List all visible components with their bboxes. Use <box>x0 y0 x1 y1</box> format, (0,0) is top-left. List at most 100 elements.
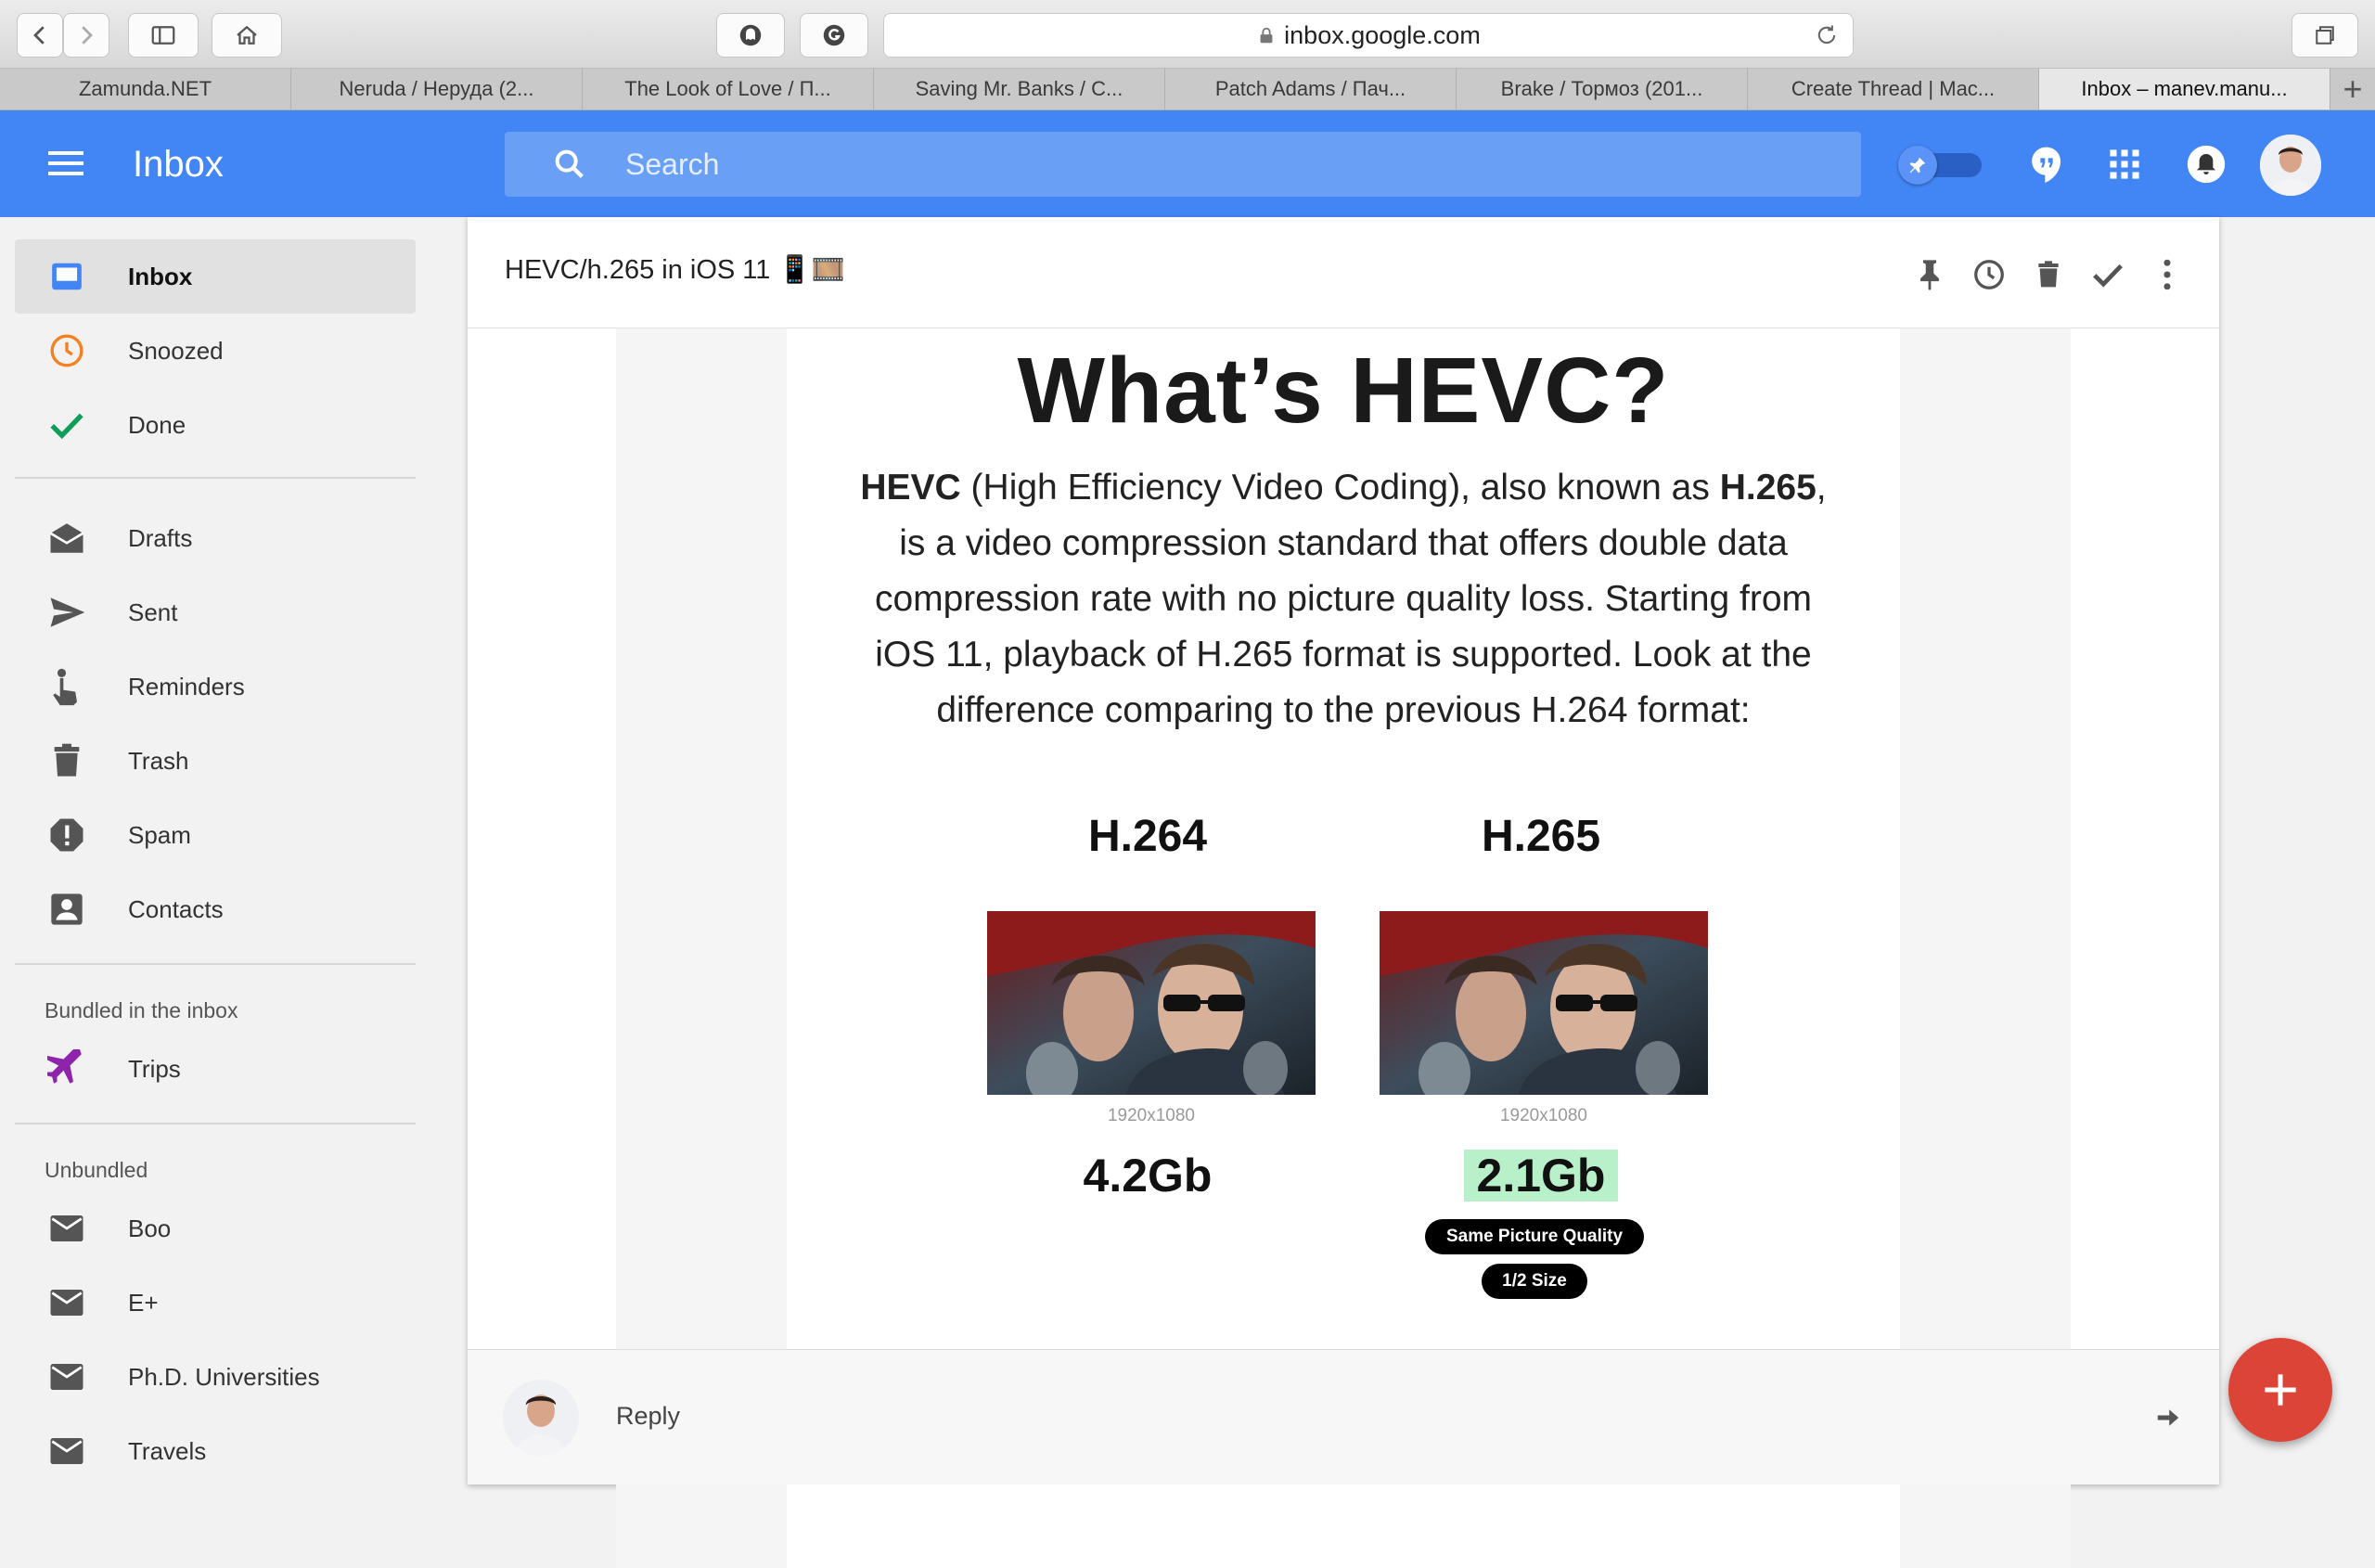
pin-thread-button[interactable] <box>1911 256 1948 293</box>
browser-tab-bar: Zamunda.NET Neruda / Неруда (2... The Lo… <box>0 69 2375 110</box>
apps-button[interactable] <box>2102 142 2147 186</box>
sidebar-item-label: Snoozed <box>128 336 224 365</box>
pin-icon <box>1909 157 1926 174</box>
browser-tab[interactable]: Brake / Тормоз (201... <box>1457 69 1748 109</box>
inbox-icon <box>52 263 82 290</box>
highlighted-size: 2.1Gb <box>1463 1150 1619 1202</box>
spam-alert-icon <box>50 818 83 852</box>
tab-label: Saving Mr. Banks / C... <box>915 77 1123 100</box>
address-bar[interactable]: inbox.google.com <box>883 13 1854 58</box>
sidebar-item-label: Inbox <box>128 262 193 290</box>
envelope-icon <box>50 1438 83 1464</box>
unbundled-section-header: Unbundled <box>45 1158 148 1182</box>
show-all-tabs-button[interactable] <box>2292 13 2358 58</box>
browser-tab[interactable]: Create Thread | Mac... <box>1748 69 2039 109</box>
reload-icon[interactable] <box>1814 22 1840 48</box>
tab-label: The Look of Love / П... <box>624 77 831 100</box>
sidebar-item-inbox[interactable]: Inbox <box>15 239 416 314</box>
forward-button[interactable] <box>63 13 109 58</box>
reply-bar[interactable]: Reply <box>468 1349 2219 1484</box>
sidebar-item-sent[interactable]: Sent <box>15 575 416 649</box>
resolution-label: 1920x1080 <box>1107 1106 1196 1125</box>
mark-done-button[interactable] <box>2089 256 2126 293</box>
reply-avatar <box>503 1380 579 1456</box>
sidebar-item-label: Travels <box>128 1436 207 1465</box>
hangouts-icon <box>2032 147 2060 183</box>
bundled-section-header: Bundled in the inbox <box>45 998 238 1022</box>
sidebar-item-label-eplus[interactable]: E+ <box>15 1266 416 1340</box>
search-icon <box>555 149 584 178</box>
snooze-thread-button[interactable] <box>1971 256 2008 293</box>
movie-still-image <box>1380 911 1708 1095</box>
pinned-toggle[interactable] <box>1894 146 1985 185</box>
airplane-icon <box>47 1049 82 1084</box>
sidebar-toggle-button[interactable] <box>128 13 199 58</box>
menu-icon[interactable] <box>48 149 83 177</box>
bell-icon <box>2187 145 2226 184</box>
back-button[interactable] <box>17 13 63 58</box>
app-title: Inbox <box>133 144 224 185</box>
message-heading: What’s HEVC? <box>1017 339 1670 443</box>
user-photo-icon <box>2260 135 2321 196</box>
sidebar-divider <box>15 1123 416 1125</box>
notifications-button[interactable] <box>2184 142 2228 186</box>
sidebar-item-trips[interactable]: Trips <box>15 1032 416 1106</box>
file-size-h264: 4.2Gb <box>1083 1150 1213 1202</box>
home-button[interactable] <box>212 13 282 58</box>
tab-label: Neruda / Неруда (2... <box>339 77 534 100</box>
more-options-button[interactable] <box>2149 256 2186 293</box>
new-tab-button[interactable]: + <box>2330 69 2375 109</box>
pin-icon <box>1920 260 1939 290</box>
hangouts-button[interactable] <box>2024 142 2069 186</box>
sidebar-item-label-boo[interactable]: Boo <box>15 1191 416 1266</box>
contacts-icon <box>51 893 83 925</box>
sidebar-item-snoozed[interactable]: Snoozed <box>15 314 416 388</box>
file-size-h265: 2.1Gb <box>1374 1149 1708 1202</box>
search-input[interactable] <box>625 147 1739 182</box>
sidebar-item-label: Spam <box>128 820 191 849</box>
tab-label: Patch Adams / Пач... <box>1214 77 1406 100</box>
delete-thread-button[interactable] <box>2030 256 2067 293</box>
browser-tab[interactable]: Saving Mr. Banks / C... <box>874 69 1165 109</box>
chevron-left-icon <box>33 26 45 45</box>
checkmark-icon <box>2093 263 2123 288</box>
message-paragraph: HEVC (High Efficiency Video Coding), als… <box>842 460 1844 739</box>
clock-icon <box>1974 260 2004 289</box>
compose-button[interactable] <box>2228 1338 2332 1442</box>
thread-panel: What’s HEVC? HEVC (High Efficiency Video… <box>468 217 2219 1568</box>
grammarly-extension-button[interactable] <box>800 13 868 58</box>
browser-tab[interactable]: Neruda / Неруда (2... <box>291 69 583 109</box>
sidebar-item-label-phd[interactable]: Ph.D. Universities <box>15 1340 416 1414</box>
sidebar-item-drafts[interactable]: Drafts <box>15 501 416 575</box>
sidebar-item-trash[interactable]: Trash <box>15 724 416 798</box>
sidebar-item-label: Ph.D. Universities <box>128 1362 320 1391</box>
same-quality-badge: Same Picture Quality <box>1425 1219 1644 1254</box>
sidebar-item-label: Drafts <box>128 523 193 552</box>
app-bar: Inbox <box>0 110 2375 217</box>
codec-label-h264: H.264 <box>1087 812 1208 861</box>
sidebar-item-spam[interactable]: Spam <box>15 798 416 872</box>
ghostery-extension-button[interactable] <box>716 13 785 58</box>
account-avatar[interactable] <box>2260 135 2321 196</box>
forward-arrow-icon[interactable] <box>2154 1404 2182 1432</box>
sidebar-divider <box>15 477 416 479</box>
sidebar-item-label: E+ <box>128 1288 159 1317</box>
sidebar-item-label: Done <box>128 410 186 439</box>
more-vert-icon <box>2163 259 2171 290</box>
sidebar-item-contacts[interactable]: Contacts <box>15 872 416 946</box>
browser-tab[interactable]: The Look of Love / П... <box>583 69 874 109</box>
clock-icon <box>50 334 83 367</box>
paragraph-text: (High Efficiency Video Coding), also kno… <box>960 468 1720 508</box>
tabs-overview-icon <box>2316 26 2334 45</box>
browser-tab-active[interactable]: Inbox – manev.manu... <box>2039 69 2330 109</box>
bold-term: H.265 <box>1719 468 1817 508</box>
search-box[interactable] <box>505 132 1861 197</box>
user-photo-icon <box>503 1380 579 1456</box>
sidebar-item-label-travels[interactable]: Travels <box>15 1414 416 1488</box>
browser-tab[interactable]: Patch Adams / Пач... <box>1165 69 1457 109</box>
sidebar-item-label: Trash <box>128 746 189 775</box>
send-icon <box>50 598 85 627</box>
sidebar-item-done[interactable]: Done <box>15 388 416 462</box>
browser-tab[interactable]: Zamunda.NET <box>0 69 291 109</box>
sidebar-item-reminders[interactable]: Reminders <box>15 649 416 724</box>
